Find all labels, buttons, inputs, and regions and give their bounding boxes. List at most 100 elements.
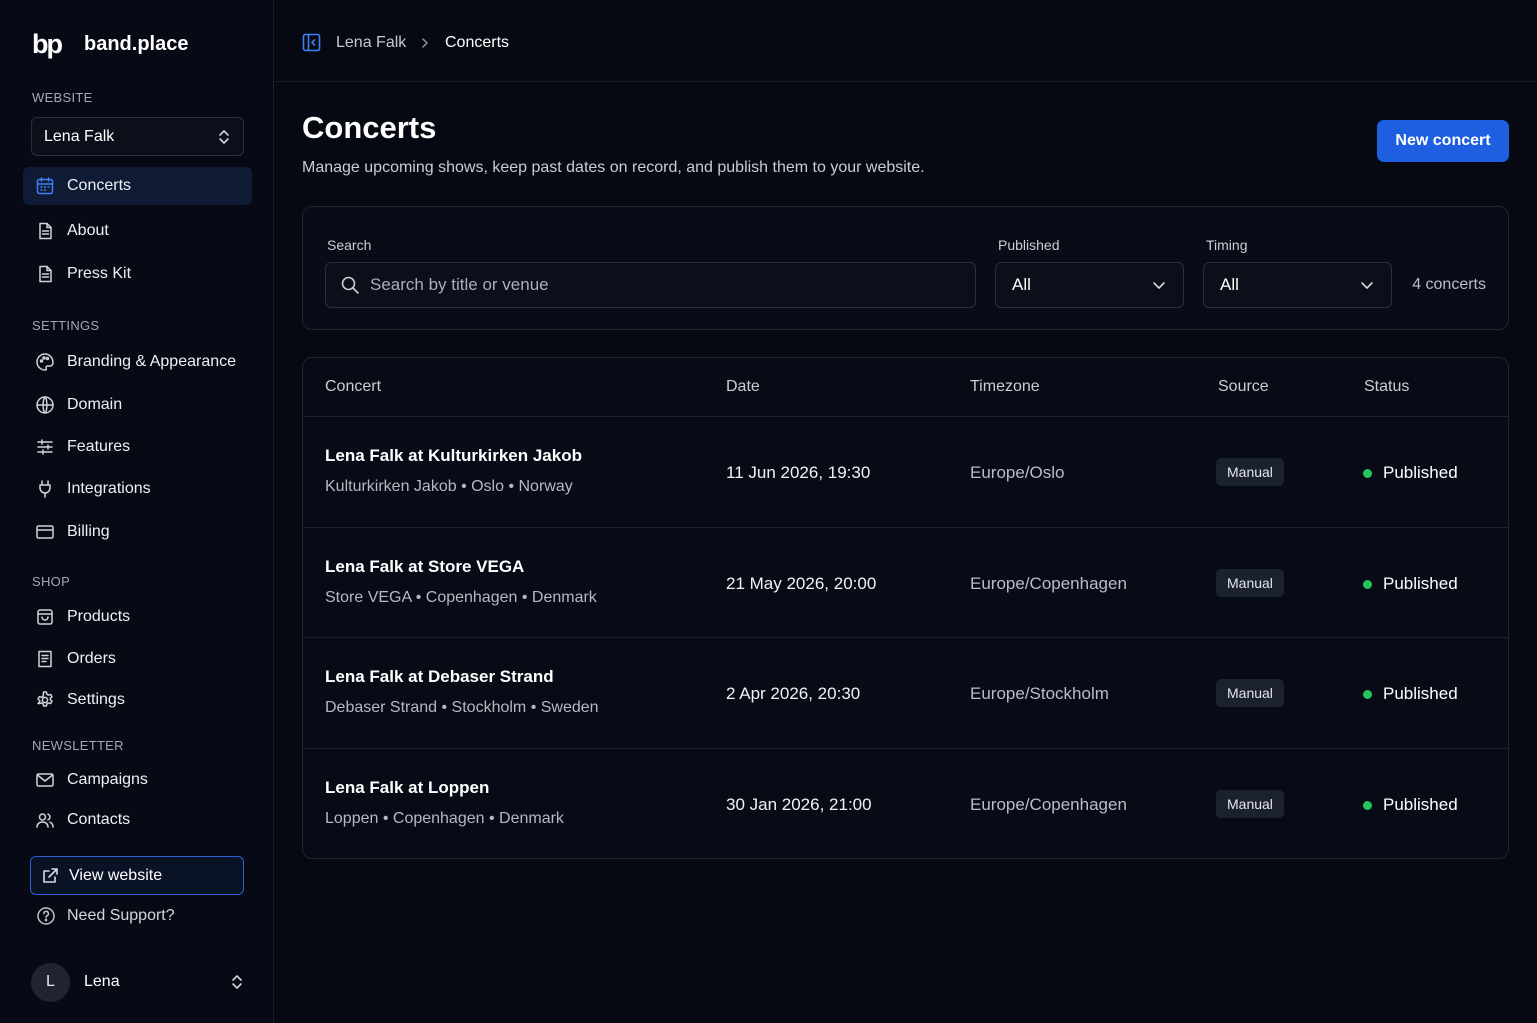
sidebar-item-label: Integrations	[67, 480, 151, 497]
sliders-icon	[35, 437, 55, 457]
sidebar-item-orders[interactable]: Orders	[23, 640, 252, 678]
user-menu[interactable]: L Lena	[31, 962, 244, 1002]
users-icon	[35, 810, 55, 830]
filter-panel: Search Published All Timing All 4 concer…	[302, 206, 1509, 330]
section-label-newsletter: NEWSLETTER	[32, 738, 124, 753]
status-badge: Published	[1363, 574, 1458, 594]
published-select[interactable]: All	[995, 262, 1184, 308]
calendar-icon	[35, 176, 55, 196]
sidebar-item-integrations[interactable]: Integrations	[23, 470, 252, 508]
document-icon	[35, 264, 55, 284]
view-website-button[interactable]: View website	[30, 856, 244, 895]
view-website-label: View website	[69, 866, 163, 884]
mail-icon	[35, 770, 55, 790]
sidebar-item-label: Billing	[67, 523, 110, 540]
status-label: Published	[1383, 574, 1458, 593]
sidebar-item-features[interactable]: Features	[23, 428, 252, 466]
new-concert-button[interactable]: New concert	[1377, 120, 1509, 162]
concert-title[interactable]: Lena Falk at Kulturkirken Jakob	[325, 446, 582, 466]
avatar: L	[31, 962, 70, 1002]
concert-count: 4 concerts	[1412, 276, 1486, 293]
brand[interactable]: bp band.place	[32, 28, 188, 60]
status-dot	[1363, 800, 1372, 810]
sidebar-item-branding[interactable]: Branding & Appearance	[23, 343, 252, 381]
palette-icon	[35, 352, 55, 372]
sidebar-item-billing[interactable]: Billing	[23, 513, 252, 551]
timing-select[interactable]: All	[1203, 262, 1392, 308]
status-label: Published	[1383, 795, 1458, 814]
search-field[interactable]	[325, 262, 976, 308]
concert-venue: Store VEGA • Copenhagen • Denmark	[325, 589, 597, 606]
sidebar-item-contacts[interactable]: Contacts	[23, 801, 252, 839]
section-label-website: WEBSITE	[32, 90, 93, 105]
status-dot	[1363, 468, 1372, 478]
search-input[interactable]	[370, 275, 975, 295]
status-dot	[1363, 579, 1372, 589]
concert-venue: Kulturkirken Jakob • Oslo • Norway	[325, 478, 573, 495]
concert-venue: Debaser Strand • Stockholm • Sweden	[325, 699, 599, 716]
column-header-status: Status	[1364, 378, 1410, 395]
sidebar-item-products[interactable]: Products	[23, 598, 252, 636]
table-row[interactable]: Lena Falk at Debaser Strand Debaser Stra…	[303, 637, 1508, 747]
concert-title[interactable]: Lena Falk at Loppen	[325, 778, 489, 798]
status-label: Published	[1383, 684, 1458, 703]
chevron-down-icon	[1151, 277, 1167, 293]
table-row[interactable]: Lena Falk at Store VEGA Store VEGA • Cop…	[303, 527, 1508, 637]
status-label: Published	[1383, 463, 1458, 482]
timing-select-value: All	[1220, 275, 1239, 294]
published-label: Published	[998, 237, 1060, 253]
status-badge: Published	[1363, 795, 1458, 815]
chevron-up-down-icon	[217, 129, 231, 145]
source-badge: Manual	[1216, 458, 1284, 486]
credit-card-icon	[35, 522, 55, 542]
globe-icon	[35, 395, 55, 415]
search-label: Search	[327, 237, 372, 253]
concert-title[interactable]: Lena Falk at Debaser Strand	[325, 667, 554, 687]
sidebar-item-press-kit[interactable]: Press Kit	[23, 255, 252, 293]
sidebar-item-label: Press Kit	[67, 265, 132, 282]
website-select-value: Lena Falk	[44, 127, 115, 145]
concert-date: 30 Jan 2026, 21:00	[726, 795, 872, 814]
document-icon	[35, 221, 55, 241]
breadcrumb-item-current: Concerts	[445, 34, 510, 51]
status-badge: Published	[1363, 684, 1458, 704]
table-row[interactable]: Lena Falk at Loppen Loppen • Copenhagen …	[303, 748, 1508, 858]
sidebar-item-campaigns[interactable]: Campaigns	[23, 761, 252, 799]
source-badge: Manual	[1216, 679, 1284, 707]
sidebar: bp band.place WEBSITE Lena Falk Concerts…	[0, 0, 274, 1023]
section-label-shop: SHOP	[32, 574, 71, 589]
sidebar-item-domain[interactable]: Domain	[23, 386, 252, 424]
topbar: Lena Falk Concerts	[275, 0, 1537, 82]
concerts-table: Concert Date Timezone Source Status Lena…	[302, 357, 1509, 859]
receipt-icon	[35, 649, 55, 669]
sidebar-item-label: Domain	[67, 396, 123, 413]
source-badge: Manual	[1216, 790, 1284, 818]
page-subtitle: Manage upcoming shows, keep past dates o…	[302, 159, 925, 176]
sidebar-item-label: Concerts	[67, 177, 132, 194]
sidebar-item-label: Campaigns	[67, 771, 148, 788]
column-header-date: Date	[726, 378, 760, 395]
concert-timezone: Europe/Copenhagen	[970, 795, 1127, 814]
concert-date: 21 May 2026, 20:00	[726, 574, 877, 593]
section-label-settings: SETTINGS	[32, 318, 100, 333]
sidebar-item-label: Products	[67, 608, 131, 625]
sidebar-item-label: About	[67, 222, 109, 239]
need-support-link[interactable]: Need Support?	[36, 906, 175, 926]
sidebar-item-label: Orders	[67, 650, 116, 667]
table-row[interactable]: Lena Falk at Kulturkirken Jakob Kulturki…	[303, 417, 1508, 527]
source-badge: Manual	[1216, 569, 1284, 597]
sidebar-item-settings[interactable]: Settings	[23, 681, 252, 719]
sidebar-item-label: Branding & Appearance	[67, 353, 237, 370]
concert-venue: Loppen • Copenhagen • Denmark	[325, 810, 564, 827]
column-header-concert: Concert	[325, 378, 382, 395]
sidebar-item-concerts[interactable]: Concerts	[23, 167, 252, 205]
sidebar-item-about[interactable]: About	[23, 212, 252, 250]
column-header-timezone: Timezone	[970, 378, 1040, 395]
sidebar-toggle-icon[interactable]	[302, 33, 321, 52]
concert-timezone: Europe/Oslo	[970, 463, 1065, 482]
breadcrumb-item-website[interactable]: Lena Falk	[336, 33, 406, 52]
help-circle-icon	[36, 906, 56, 926]
concert-title[interactable]: Lena Falk at Store VEGA	[325, 557, 524, 577]
website-select[interactable]: Lena Falk	[31, 117, 244, 156]
column-header-source: Source	[1218, 378, 1269, 395]
